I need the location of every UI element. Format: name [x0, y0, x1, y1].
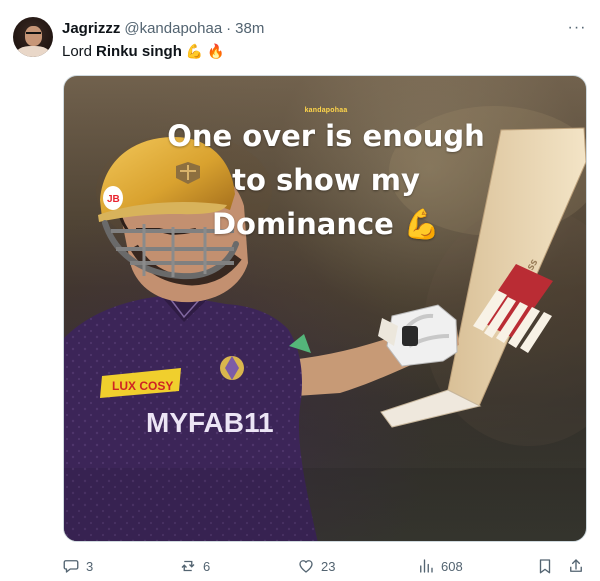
tweet-card: Jagrizzz @kandapohaa · 38m ··· Lord Rink… [0, 0, 600, 581]
retweet-icon [181, 560, 195, 572]
share-icon [570, 559, 582, 572]
tweet-header: Jagrizzz @kandapohaa · 38m [62, 18, 264, 38]
like-count: 23 [321, 558, 336, 574]
share-button[interactable] [567, 555, 585, 577]
caption-line-3: Dominance 💪 [211, 207, 441, 241]
avatar[interactable] [13, 17, 53, 57]
reply-button[interactable]: 3 [62, 555, 93, 577]
views-count: 608 [441, 558, 463, 574]
caption-line-1: One over is enough [167, 119, 485, 153]
timestamp[interactable]: 38m [235, 20, 264, 37]
display-name[interactable]: Jagrizzz [62, 20, 120, 37]
reply-icon [63, 560, 79, 573]
watermark-text: kandapohaa [304, 107, 348, 114]
reply-count: 3 [86, 558, 94, 574]
bookmark-icon [539, 559, 551, 574]
chest-sponsor: LUX COSY [112, 379, 173, 393]
user-handle[interactable]: @kandapohaa [124, 20, 222, 37]
tweet-text: Lord Rinku singh 💪 🔥 [62, 41, 225, 61]
tweet-text-plain: Lord [62, 42, 93, 60]
tweet-text-bold: Rinku singh [96, 42, 182, 60]
retweet-count: 6 [203, 558, 211, 574]
separator-dot: · [226, 19, 232, 37]
views-button[interactable]: 608 [417, 555, 463, 577]
avatar-shirt [16, 46, 50, 57]
caption-line-2: to show my [232, 163, 420, 197]
like-button[interactable]: 23 [297, 555, 335, 577]
jersey-sponsor: MYFAB11 [146, 407, 274, 438]
bar-chart-icon [420, 559, 433, 573]
tweet-actions: 3 6 23 608 [62, 555, 590, 577]
image-caption: One over is enough to show my Dominance … [64, 114, 586, 246]
more-options-icon[interactable]: ··· [566, 19, 588, 37]
flexed-biceps-emoji: 💪 [185, 42, 204, 59]
avatar-face [25, 26, 42, 46]
retweet-button[interactable]: 6 [179, 555, 210, 577]
fire-emoji: 🔥 [207, 42, 225, 59]
avatar-glasses [26, 32, 41, 36]
tweet-media-image[interactable]: SS LUX COSY MYFAB11 JB kandapohaa One ov… [63, 75, 587, 542]
bookmark-button[interactable] [536, 555, 554, 577]
heart-icon [299, 560, 313, 573]
